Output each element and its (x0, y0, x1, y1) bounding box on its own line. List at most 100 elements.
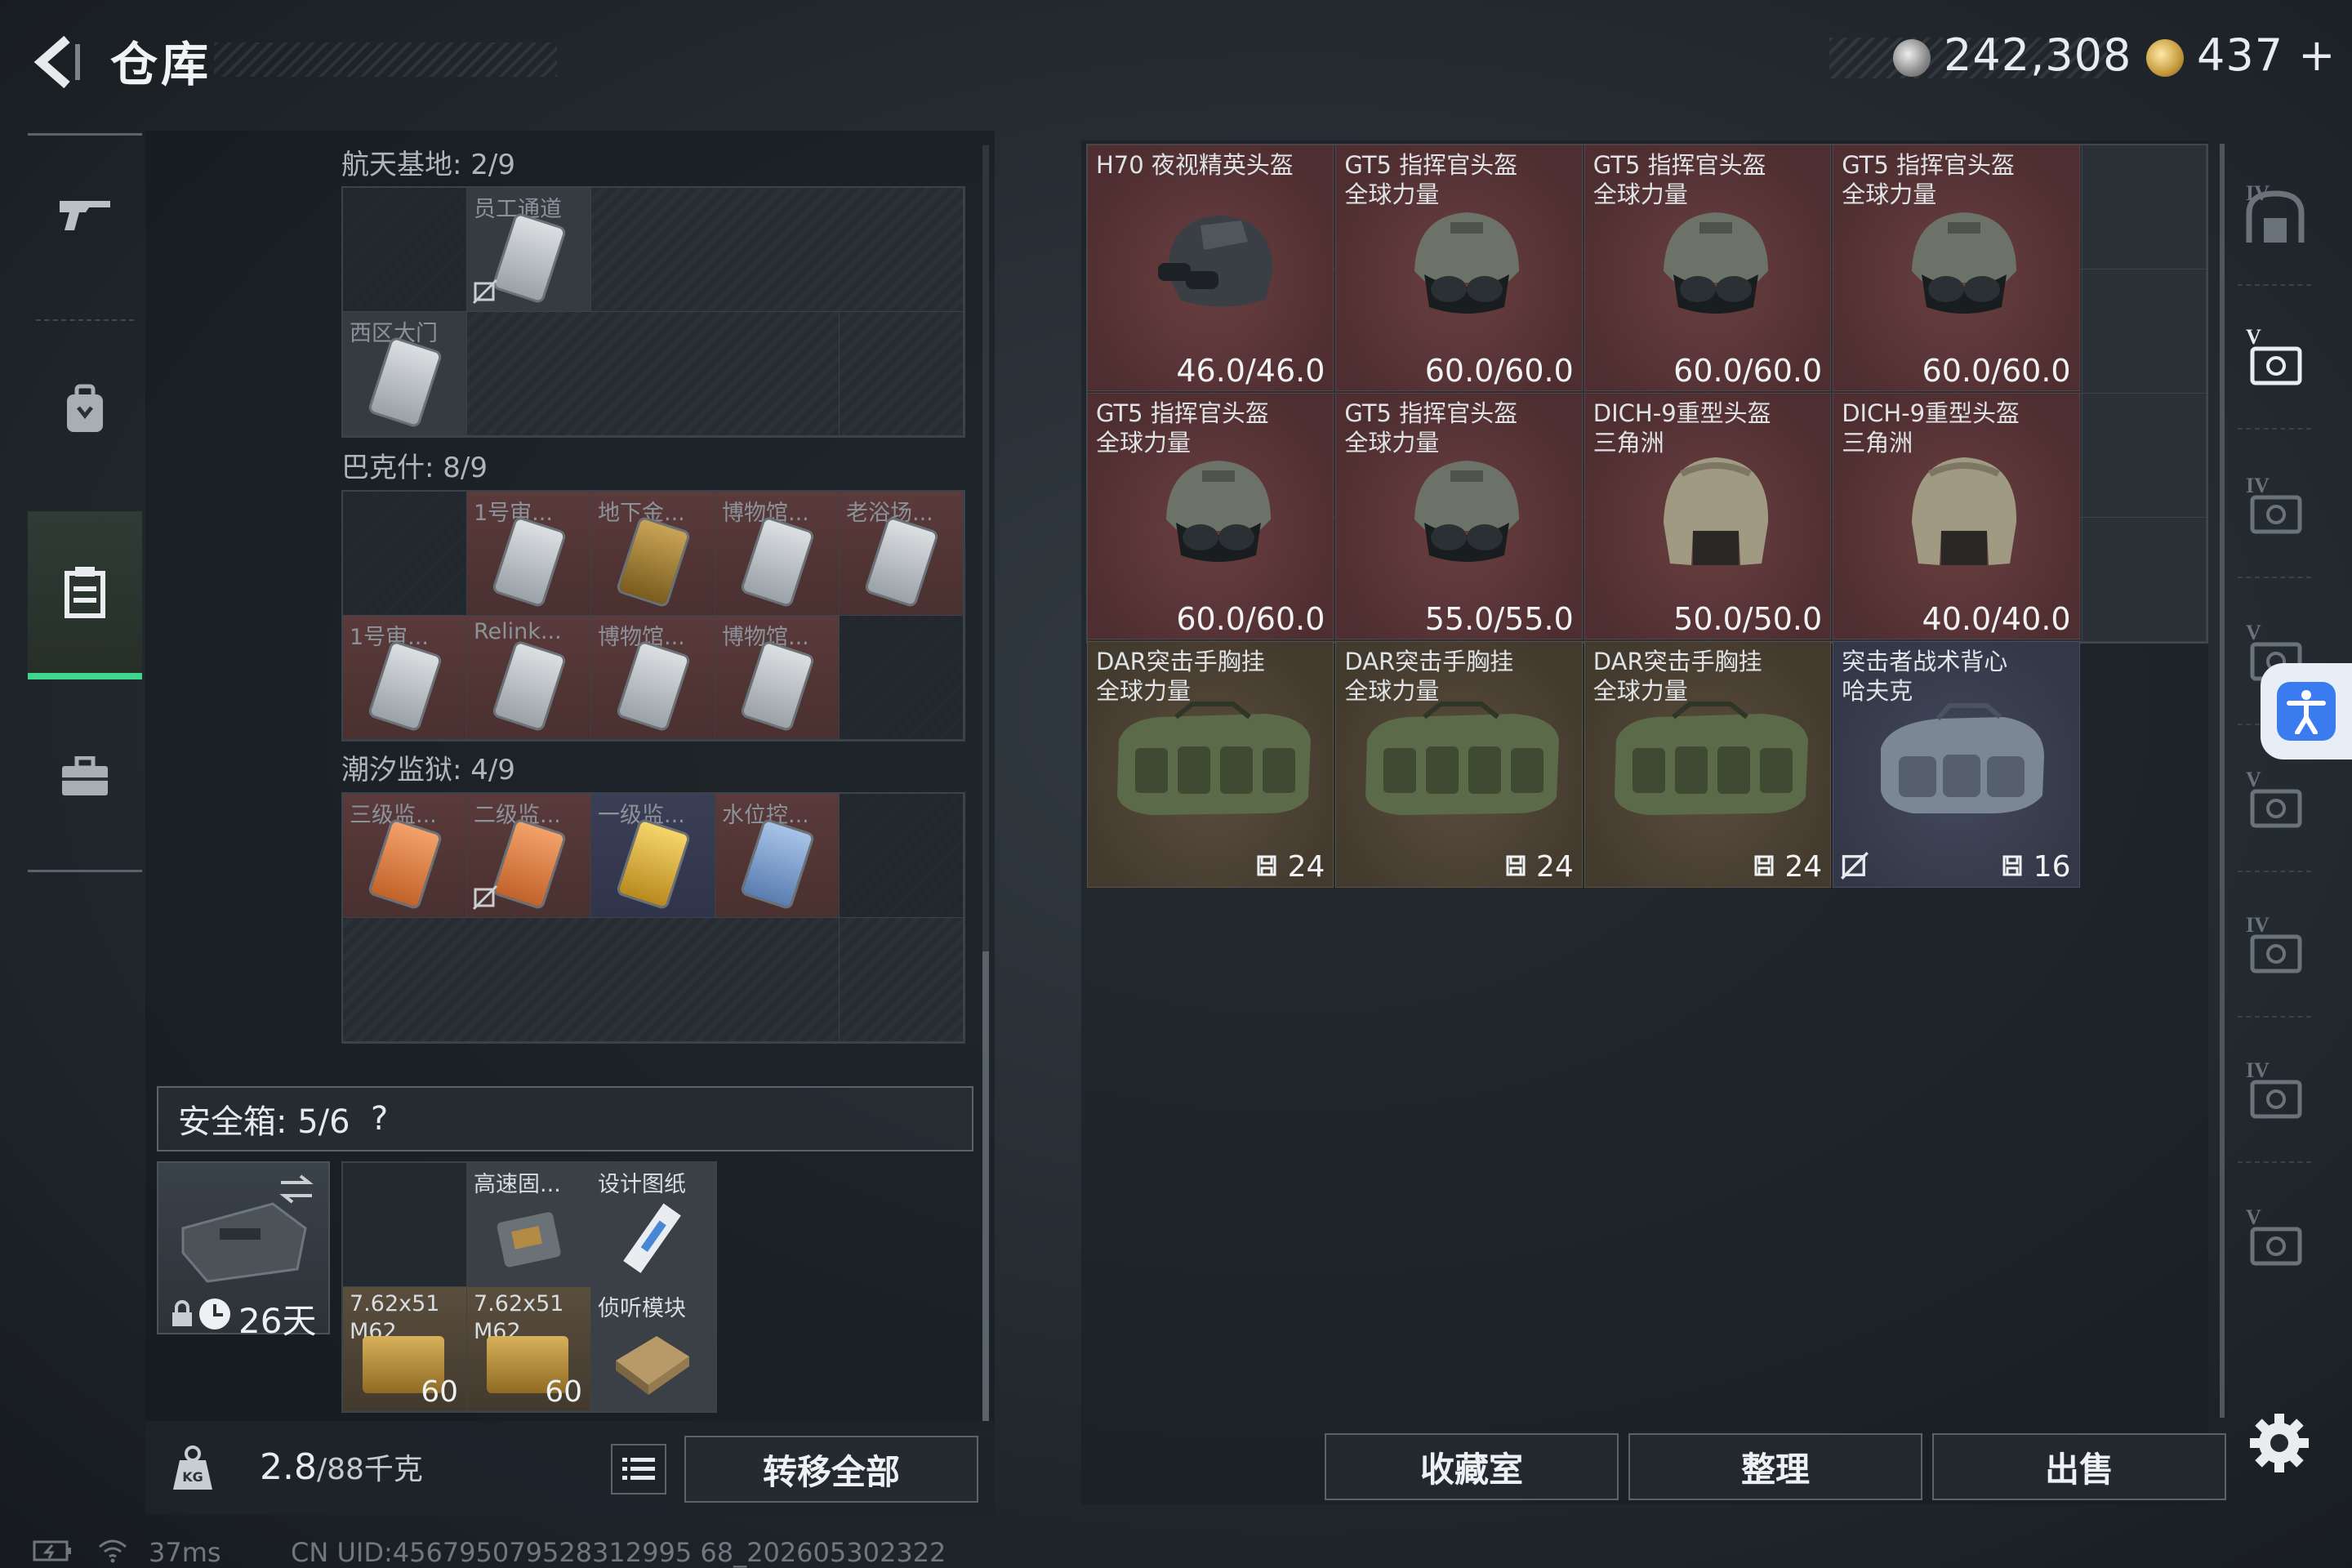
transfer-all-button[interactable]: 转移全部 (684, 1436, 978, 1503)
tier-5-gear-icon[interactable]: IV (2244, 474, 2306, 541)
safe-item[interactable]: 设计图纸 (591, 1163, 715, 1287)
key-label: 1号审... (350, 625, 429, 650)
durability: 60.0/60.0 (1922, 353, 2071, 389)
durability: 60.0/60.0 (1176, 601, 1325, 637)
stash-cell[interactable] (2082, 394, 2207, 518)
item-name-line1: DAR突击手胸挂 (1592, 648, 1762, 675)
key-slot[interactable]: 博物馆... (715, 492, 840, 616)
tier-label: V (2246, 325, 2261, 349)
key-slot[interactable]: 博物馆... (715, 616, 840, 740)
item-name: GT5 指挥官头盔 全球力量 (1344, 150, 1517, 209)
empty-slot[interactable] (840, 918, 964, 1042)
stash-item[interactable]: GT5 指挥官头盔 全球力量 60.0/60.0 (1833, 145, 2080, 391)
nav-divider (2238, 1161, 2311, 1163)
stash-cell[interactable] (2082, 518, 2207, 642)
nav-divider (36, 319, 134, 321)
key-slot[interactable]: 员工通道 (467, 188, 591, 312)
status-bar: 37ms CN UID:456795079528312995 68_202605… (0, 1535, 2352, 1568)
item-name: GT5 指挥官头盔 全球力量 (1344, 399, 1517, 457)
back-arrow-icon[interactable] (23, 29, 88, 95)
accessibility-button[interactable] (2261, 663, 2352, 760)
left-scrollbar-thumb[interactable] (982, 951, 989, 1421)
key-label: Relink... (474, 619, 562, 644)
stash-item[interactable]: 突击者战术背心 哈夫克 16 (1833, 641, 2080, 888)
lock-icon (172, 1300, 192, 1326)
clock-icon (199, 1298, 230, 1330)
nav-storage[interactable] (28, 511, 142, 679)
tier-label: V (2246, 621, 2261, 644)
key-slot[interactable]: 水位控... (715, 794, 840, 918)
stash-scrollbar[interactable] (2220, 144, 2225, 1418)
keycard-icon (742, 518, 813, 606)
empty-slot[interactable] (840, 616, 964, 740)
capacity-icon (1754, 855, 1774, 876)
tier-4-bag-icon[interactable]: IV (2244, 1058, 2306, 1125)
backpack-icon (67, 384, 103, 432)
item-name: DAR突击手胸挂 全球力量 (1096, 647, 1265, 706)
settings-gear-icon[interactable] (2247, 1411, 2311, 1475)
nav-weapons[interactable] (28, 136, 142, 291)
collection-room-button[interactable]: 收藏室 (1325, 1433, 1619, 1500)
stash-item[interactable]: GT5 指挥官头盔 全球力量 60.0/60.0 (1584, 145, 1832, 391)
nav-divider (2238, 871, 2311, 872)
empty-slot[interactable] (343, 492, 467, 616)
nav-backpack[interactable] (28, 336, 142, 483)
sell-button[interactable]: 出售 (1932, 1433, 2226, 1500)
stash-item[interactable]: DICH-9重型头盔 三角洲 40.0/40.0 (1833, 393, 2080, 639)
stash-item[interactable]: GT5 指挥官头盔 全球力量 60.0/60.0 (1087, 393, 1334, 639)
safe-box-container[interactable]: 26天 (157, 1161, 330, 1341)
empty-slot[interactable] (840, 794, 964, 918)
safe-item[interactable]: 侦听模块 (591, 1287, 715, 1411)
locker-icon[interactable]: IV (2244, 181, 2306, 248)
durability: 46.0/46.0 (1176, 353, 1325, 389)
keycard-icon (742, 642, 813, 730)
empty-slot[interactable] (467, 312, 840, 436)
empty-slot[interactable] (343, 188, 467, 312)
empty-slot[interactable] (840, 312, 964, 436)
list-view-button[interactable] (611, 1444, 666, 1494)
key-slot[interactable]: 西区大门 (343, 312, 467, 436)
stash-item[interactable]: H70 夜视精英头盔 46.0/46.0 (1087, 145, 1334, 391)
stash-item[interactable]: GT5 指挥官头盔 全球力量 60.0/60.0 (1335, 145, 1583, 391)
key-slot[interactable]: Relink... (467, 616, 591, 740)
empty-slot[interactable] (343, 918, 840, 1042)
tier-5-rig-icon[interactable]: V (2244, 768, 2306, 835)
stash-item[interactable]: DAR突击手胸挂 全球力量 24 (1335, 641, 1583, 888)
tier-label: IV (2246, 1058, 2270, 1082)
tier-4-rig-icon[interactable]: IV (2244, 913, 2306, 980)
key-slot[interactable]: 地下金... (591, 492, 715, 616)
currency-gold-value[interactable]: 437 + (2197, 29, 2336, 81)
nav-equipment-case[interactable] (28, 699, 142, 854)
item-name-line2: 全球力量 (1344, 180, 1440, 208)
help-icon[interactable]: ? (371, 1100, 388, 1138)
add-currency-icon[interactable]: + (2298, 29, 2336, 81)
keycard-icon (370, 338, 440, 426)
durability: 50.0/50.0 (1673, 601, 1823, 637)
empty-slot[interactable] (343, 1163, 467, 1287)
key-slot[interactable]: 一级监... (591, 794, 715, 918)
organize-button[interactable]: 整理 (1628, 1433, 1922, 1500)
stash-cell[interactable] (2082, 145, 2207, 270)
safe-item[interactable]: 7.62x51 M62 60 (343, 1287, 467, 1411)
swap-icon[interactable] (276, 1171, 317, 1207)
empty-slot[interactable] (591, 188, 964, 312)
key-slot[interactable]: 三级监... (343, 794, 467, 918)
tier-4-case-icon[interactable]: V (2244, 1205, 2306, 1272)
tier-4-helmet-icon[interactable]: V (2244, 325, 2306, 392)
stash-item[interactable]: DAR突击手胸挂 全球力量 24 (1087, 641, 1334, 888)
key-slot[interactable]: 博物馆... (591, 616, 715, 740)
stash-item[interactable]: DAR突击手胸挂 全球力量 24 (1584, 641, 1832, 888)
list-icon (622, 1458, 655, 1480)
key-slot[interactable]: 老浴场... (840, 492, 964, 616)
key-label: 1号审... (474, 501, 553, 526)
key-slot[interactable]: 1号审... (343, 616, 467, 740)
item-name: DICH-9重型头盔 三角洲 (1842, 399, 2020, 457)
stash-cell[interactable] (2082, 270, 2207, 394)
currency-silver-value: 242,308 (1944, 29, 2132, 81)
key-slot[interactable]: 1号审... (467, 492, 591, 616)
safe-item[interactable]: 7.62x51 M62 60 (467, 1287, 591, 1411)
stash-item[interactable]: GT5 指挥官头盔 全球力量 55.0/55.0 (1335, 393, 1583, 639)
key-slot[interactable]: 二级监... (467, 794, 591, 918)
stash-item[interactable]: DICH-9重型头盔 三角洲 50.0/50.0 (1584, 393, 1832, 639)
safe-item[interactable]: 高速固... (467, 1163, 591, 1287)
